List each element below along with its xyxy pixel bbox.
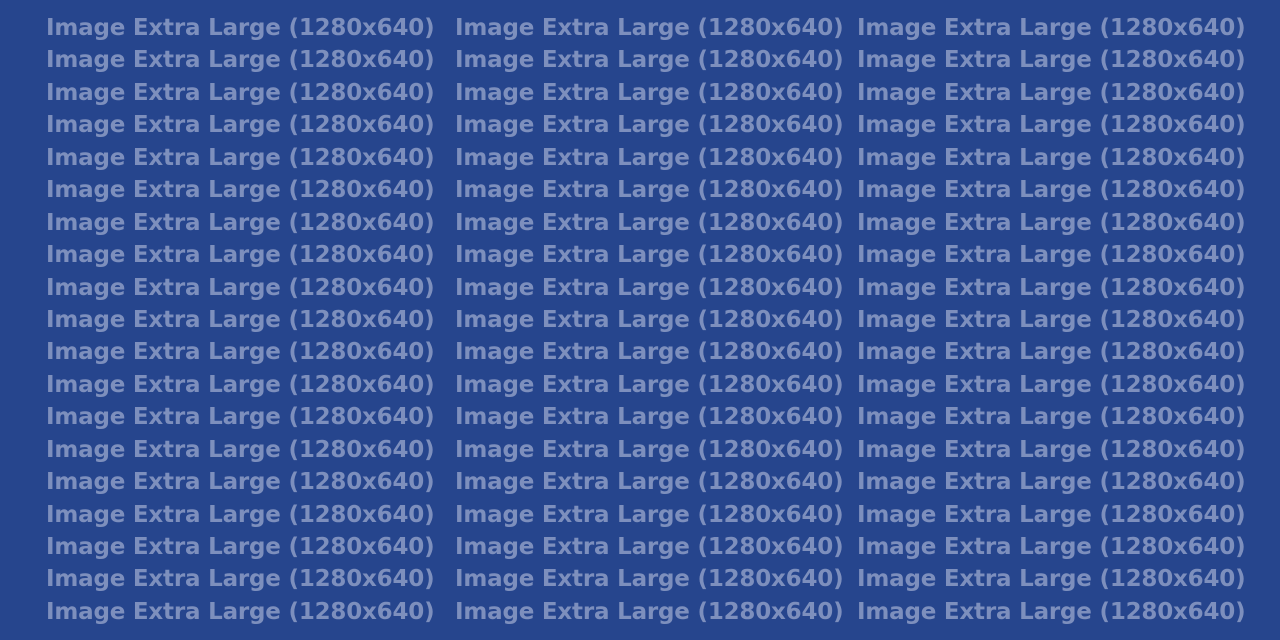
- placeholder-label: Image Extra Large (1280x640): [857, 339, 1246, 366]
- placeholder-label: Image Extra Large (1280x640): [455, 79, 844, 106]
- placeholder-label: Image Extra Large (1280x640): [857, 566, 1246, 593]
- placeholder-label: Image Extra Large (1280x640): [455, 501, 844, 528]
- placeholder-label: Image Extra Large (1280x640): [455, 598, 844, 625]
- placeholder-label: Image Extra Large (1280x640): [455, 274, 844, 301]
- placeholder-label: Image Extra Large (1280x640): [455, 469, 844, 496]
- placeholder-label: Image Extra Large (1280x640): [857, 79, 1246, 106]
- placeholder-label: Image Extra Large (1280x640): [857, 306, 1246, 333]
- placeholder-label: Image Extra Large (1280x640): [46, 534, 435, 560]
- placeholder-label: Image Extra Large (1280x640): [46, 501, 435, 528]
- placeholder-label: Image Extra Large (1280x640): [455, 534, 844, 560]
- placeholder-label: Image Extra Large (1280x640): [455, 436, 844, 463]
- placeholder-label: Image Extra Large (1280x640): [46, 177, 435, 204]
- placeholder-label: Image Extra Large (1280x640): [46, 306, 435, 333]
- placeholder-label: Image Extra Large (1280x640): [455, 371, 844, 398]
- placeholder-label: Image Extra Large (1280x640): [857, 501, 1246, 528]
- placeholder-label: Image Extra Large (1280x640): [857, 112, 1246, 139]
- placeholder-label: Image Extra Large (1280x640): [46, 436, 435, 463]
- placeholder-label: Image Extra Large (1280x640): [46, 79, 435, 106]
- placeholder-label: Image Extra Large (1280x640): [46, 339, 435, 366]
- placeholder-label: Image Extra Large (1280x640): [857, 242, 1246, 269]
- placeholder-label: Image Extra Large (1280x640): [46, 47, 435, 74]
- placeholder-label: Image Extra Large (1280x640): [455, 112, 844, 139]
- placeholder-label: Image Extra Large (1280x640): [46, 112, 435, 139]
- placeholder-label: Image Extra Large (1280x640): [857, 371, 1246, 398]
- placeholder-label: Image Extra Large (1280x640): [455, 15, 844, 41]
- placeholder-label: Image Extra Large (1280x640): [857, 534, 1246, 560]
- placeholder-image: Image Extra Large (1280x640) Image Extra …: [0, 0, 1280, 640]
- placeholder-label-grid: Image Extra Large (1280x640) Image Extra …: [46, 12, 1246, 628]
- placeholder-label: Image Extra Large (1280x640): [857, 15, 1246, 41]
- placeholder-label: Image Extra Large (1280x640): [46, 144, 435, 171]
- placeholder-label: Image Extra Large (1280x640): [46, 15, 435, 41]
- placeholder-label: Image Extra Large (1280x640): [857, 209, 1246, 236]
- placeholder-label: Image Extra Large (1280x640): [455, 339, 844, 366]
- placeholder-label: Image Extra Large (1280x640): [455, 177, 844, 204]
- placeholder-label: Image Extra Large (1280x640): [455, 144, 844, 171]
- placeholder-label: Image Extra Large (1280x640): [46, 242, 435, 269]
- placeholder-label: Image Extra Large (1280x640): [455, 209, 844, 236]
- placeholder-label: Image Extra Large (1280x640): [455, 47, 844, 74]
- placeholder-label: Image Extra Large (1280x640): [455, 566, 844, 593]
- placeholder-label: Image Extra Large (1280x640): [857, 404, 1246, 431]
- placeholder-label: Image Extra Large (1280x640): [857, 598, 1246, 625]
- placeholder-label: Image Extra Large (1280x640): [455, 404, 844, 431]
- placeholder-label: Image Extra Large (1280x640): [857, 436, 1246, 463]
- placeholder-label: Image Extra Large (1280x640): [455, 242, 844, 269]
- placeholder-label: Image Extra Large (1280x640): [46, 209, 435, 236]
- placeholder-label: Image Extra Large (1280x640): [46, 404, 435, 431]
- placeholder-label: Image Extra Large (1280x640): [857, 177, 1246, 204]
- placeholder-label: Image Extra Large (1280x640): [857, 47, 1246, 74]
- placeholder-label: Image Extra Large (1280x640): [46, 469, 435, 496]
- placeholder-label: Image Extra Large (1280x640): [857, 469, 1246, 496]
- placeholder-label: Image Extra Large (1280x640): [46, 598, 435, 625]
- placeholder-label: Image Extra Large (1280x640): [857, 274, 1246, 301]
- placeholder-label: Image Extra Large (1280x640): [46, 274, 435, 301]
- placeholder-label: Image Extra Large (1280x640): [46, 566, 435, 593]
- placeholder-label: Image Extra Large (1280x640): [455, 306, 844, 333]
- placeholder-label: Image Extra Large (1280x640): [857, 144, 1246, 171]
- placeholder-label: Image Extra Large (1280x640): [46, 371, 435, 398]
